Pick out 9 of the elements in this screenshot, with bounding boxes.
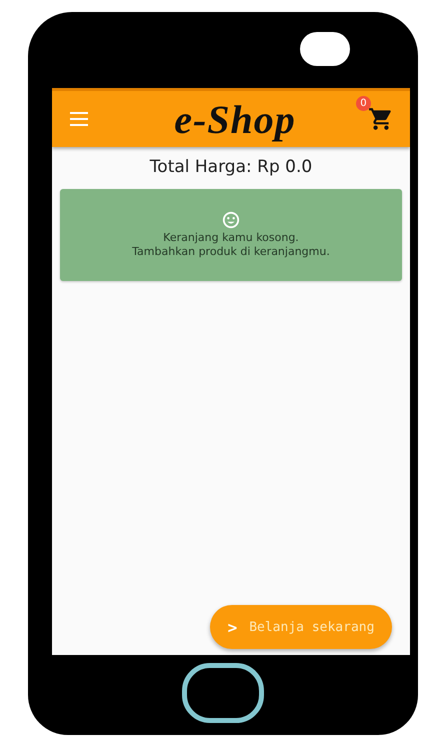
app-title: e-Shop [174,96,296,142]
smiley-icon [222,211,240,229]
home-button[interactable] [182,663,264,723]
empty-cart-message: Tambahkan produk di keranjangmu. [132,245,330,259]
total-price: Total Harga: Rp 0.0 [148,157,314,177]
shop-now-button[interactable]: > Belanja sekarang [210,605,392,649]
speaker-slot [300,32,350,66]
empty-cart-message: Keranjang kamu kosong. [162,231,300,245]
cart-count-badge: 0 [356,96,371,111]
